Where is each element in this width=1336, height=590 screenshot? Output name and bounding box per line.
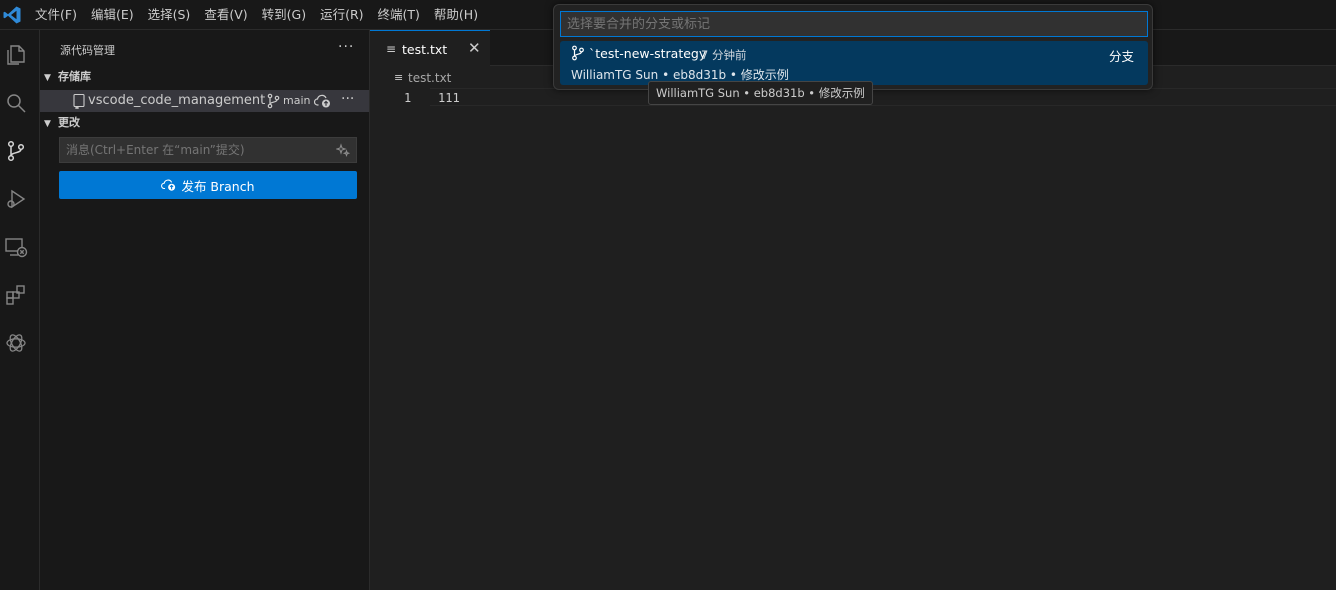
cloud-upload-icon [161,179,176,191]
line-number: 1 [404,91,412,105]
quick-pick-item-name: `test-new-strategy [589,46,707,61]
menu-run[interactable]: 运行(R) [313,4,370,26]
quick-pick-input[interactable] [560,11,1148,37]
repository-row[interactable]: vscode_code_management main ··· [40,90,369,112]
file-lines-icon: ≡ [394,71,404,84]
branch-icon [572,45,584,61]
sidebar-title: 源代码管理 [60,44,115,57]
menu-help[interactable]: 帮助(H) [427,4,485,26]
menu-go[interactable]: 转到(G) [255,4,313,26]
run-debug-icon[interactable] [4,187,28,211]
menu-edit[interactable]: 编辑(E) [84,4,141,26]
branch-name[interactable]: main [283,94,310,107]
repo-icon [73,93,85,109]
hover-tooltip: WilliamTG Sun • eb8d31b • 修改示例 [648,81,873,105]
repository-more-button[interactable]: ··· [341,91,354,107]
breadcrumb[interactable]: test.txt [408,71,451,85]
branch-icon [267,93,280,109]
current-line-highlight [430,88,1336,106]
code-line[interactable]: 111 [438,91,460,105]
publish-branch-button[interactable]: 发布 Branch [59,171,357,199]
changes-label: 更改 [58,116,80,129]
file-lines-icon: ≡ [386,42,397,56]
menu-file[interactable]: 文件(F) [28,4,84,26]
explorer-icon[interactable] [4,43,28,67]
repositories-section-header[interactable]: ▼ 存储库 [44,67,91,87]
repositories-label: 存储库 [58,70,91,83]
menu-terminal[interactable]: 终端(T) [371,4,427,26]
sidebar-more-button[interactable]: ··· [338,39,354,55]
quick-pick: `test-new-strategy 7 分钟前 分支 WilliamTG Su… [553,4,1153,90]
close-icon[interactable]: ✕ [468,39,481,57]
quick-pick-item-kind: 分支 [1108,49,1134,64]
menu-view[interactable]: 查看(V) [197,4,254,26]
activity-bar [0,30,40,590]
cloud-upload-icon[interactable] [314,93,332,109]
changes-section-header[interactable]: ▼ 更改 [44,113,80,133]
menu-selection[interactable]: 选择(S) [141,4,198,26]
quick-pick-item-time: 7 分钟前 [701,48,747,62]
commit-message-input[interactable] [59,137,357,163]
source-control-sidebar: 源代码管理 ··· ▼ 存储库 vscode_code_management ma… [40,30,370,590]
source-control-icon[interactable] [4,139,28,163]
remote-explorer-icon[interactable] [4,235,28,259]
chevron-down-icon: ▼ [44,73,51,83]
editor-area: ≡ test.txt ✕ ≡ test.txt 1 111 [370,30,1336,590]
publish-branch-label: 发布 Branch [181,178,255,194]
search-icon[interactable] [4,91,28,115]
chatgpt-icon[interactable] [4,331,28,355]
tab-test-txt[interactable]: ≡ test.txt ✕ [370,30,490,66]
chevron-down-icon: ▼ [44,119,51,129]
extensions-icon[interactable] [4,283,28,307]
menu-bar: 文件(F) 编辑(E) 选择(S) 查看(V) 转到(G) 运行(R) 终端(T… [28,0,485,30]
repository-name: vscode_code_management [88,93,266,108]
sparkle-icon[interactable] [336,143,350,157]
vscode-logo-icon [3,6,21,24]
quick-pick-item[interactable]: `test-new-strategy 7 分钟前 分支 WilliamTG Su… [560,41,1148,85]
tab-label: test.txt [402,42,448,57]
